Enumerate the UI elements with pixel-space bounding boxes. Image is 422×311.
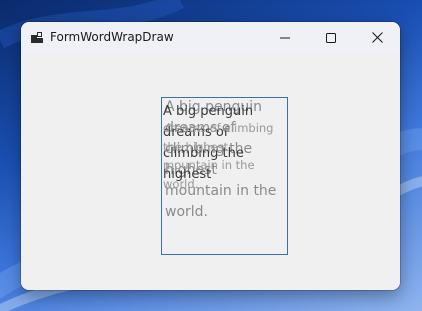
close-icon xyxy=(371,32,383,43)
title-bar[interactable]: FormWordWrapDraw xyxy=(21,22,400,53)
app-window: FormWordWrapDraw A big penguin dreams of… xyxy=(21,22,400,290)
close-button[interactable] xyxy=(354,22,400,53)
maximize-icon xyxy=(326,32,336,43)
minimize-button[interactable] xyxy=(262,22,308,53)
window-title: FormWordWrapDraw xyxy=(50,30,174,44)
form-client-area: A big penguin dreams of climbing the hig… xyxy=(21,53,400,290)
maximize-button[interactable] xyxy=(308,22,354,53)
wrapped-text-small: dreams of climbing the highest mountain … xyxy=(163,121,274,191)
app-window-icon xyxy=(31,32,43,43)
minimize-icon xyxy=(280,37,290,38)
